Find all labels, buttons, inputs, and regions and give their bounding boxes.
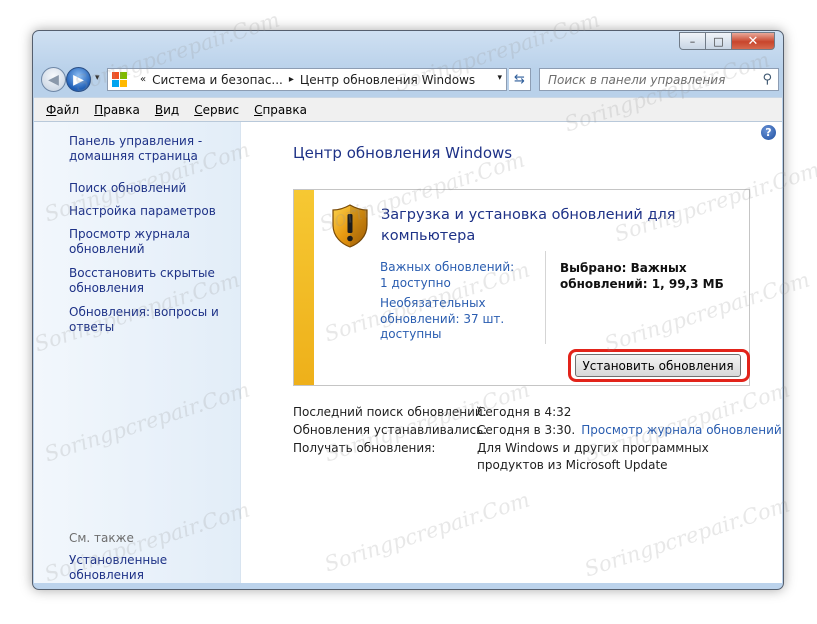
warning-shield-icon — [332, 204, 368, 248]
installed-value-group: Сегодня в 3:30. Просмотр журнала обновлен… — [477, 421, 782, 439]
sidebar-item-control-panel-home[interactable]: Панель управления - домашняя страница — [69, 134, 229, 164]
receive-value: Для Windows и других программных продукт… — [477, 441, 709, 472]
caption-buttons: – □ ✕ — [679, 32, 775, 50]
view-history-link[interactable]: Просмотр журнала обновлений — [581, 423, 781, 437]
last-check-value: Сегодня в 4:32 — [477, 405, 572, 419]
sidebar: Панель управления - домашняя страница По… — [34, 122, 241, 583]
menu-bar: Файл Правка Вид Сервис Справка — [34, 97, 782, 121]
search-placeholder: Поиск в панели управления — [548, 72, 726, 87]
refresh-icon: ⇆ — [514, 72, 525, 87]
recent-pages-dropdown[interactable]: ▾ — [95, 73, 100, 83]
last-check-label: Последний поиск обновлений: — [293, 405, 487, 419]
status-divider — [545, 251, 546, 344]
back-button[interactable]: ◀ — [41, 67, 66, 92]
search-input[interactable]: Поиск в панели управления ⚲ — [539, 68, 779, 91]
maximize-button[interactable]: □ — [705, 32, 732, 50]
breadcrumb-windows-update[interactable]: Центр обновления Windows — [300, 73, 475, 87]
minimize-button[interactable]: – — [679, 32, 706, 50]
forward-arrow-icon: ▶ — [73, 71, 84, 88]
update-status-panel: Загрузка и установка обновлений для комп… — [293, 189, 750, 386]
forward-button[interactable]: ▶ — [66, 67, 91, 92]
back-arrow-icon: ◀ — [48, 71, 59, 88]
refresh-button[interactable]: ⇆ — [509, 68, 531, 91]
control-panel-icon — [112, 71, 128, 88]
search-icon[interactable]: ⚲ — [762, 72, 772, 87]
window-frame: – □ ✕ ◀ ▶ ▾ « Система и безопас... ▸ Цен… — [32, 30, 784, 590]
sidebar-item-installed-updates[interactable]: Установленные обновления — [69, 553, 229, 583]
navigation-bar: ◀ ▶ ▾ « Система и безопас... ▸ Центр обн… — [39, 65, 779, 93]
menu-view[interactable]: Вид — [155, 103, 179, 117]
maximize-icon: □ — [713, 34, 724, 48]
help-icon[interactable]: ? — [761, 125, 776, 140]
sidebar-item-check-updates[interactable]: Поиск обновлений — [69, 181, 229, 196]
status-title: Загрузка и установка обновлений для комп… — [381, 207, 676, 244]
content-area: Панель управления - домашняя страница По… — [34, 121, 782, 583]
breadcrumb-root-arrow[interactable]: « — [140, 74, 146, 85]
breadcrumb-separator-icon[interactable]: ▸ — [289, 74, 294, 85]
close-button[interactable]: ✕ — [731, 32, 775, 50]
install-updates-button[interactable]: Установить обновления — [575, 354, 741, 377]
receive-label: Получать обновления: — [293, 441, 436, 455]
close-icon: ✕ — [747, 33, 759, 49]
optional-updates-link[interactable]: Необязательных обновлений: 37 шт. доступ… — [380, 296, 520, 343]
installed-label: Обновления устанавливались: — [293, 423, 488, 437]
menu-edit[interactable]: Правка — [94, 103, 140, 117]
menu-file[interactable]: Файл — [46, 103, 79, 117]
status-bar-yellow — [294, 190, 314, 385]
menu-tools[interactable]: Сервис — [194, 103, 239, 117]
page-title: Центр обновления Windows — [293, 144, 513, 162]
sidebar-item-view-history[interactable]: Просмотр журнала обновлений — [69, 227, 229, 257]
address-dropdown-icon[interactable]: ▾ — [497, 73, 502, 83]
address-bar[interactable]: « Система и безопас... ▸ Центр обновлени… — [107, 68, 507, 91]
sidebar-item-faq[interactable]: Обновления: вопросы и ответы — [69, 305, 229, 335]
sidebar-item-restore-hidden[interactable]: Восстановить скрытые обновления — [69, 266, 229, 296]
installed-value: Сегодня в 3:30. — [477, 423, 576, 437]
minimize-icon: – — [689, 34, 696, 48]
breadcrumb-system-security[interactable]: Система и безопас... — [152, 73, 283, 87]
sidebar-item-change-settings[interactable]: Настройка параметров — [69, 204, 229, 219]
see-also-heading: См. также — [69, 531, 134, 545]
selected-updates-summary: Выбрано: Важных обновлений: 1, 99,3 МБ — [560, 261, 724, 291]
menu-help[interactable]: Справка — [254, 103, 307, 117]
important-updates-link[interactable]: Важных обновлений: 1 доступно — [380, 260, 520, 291]
